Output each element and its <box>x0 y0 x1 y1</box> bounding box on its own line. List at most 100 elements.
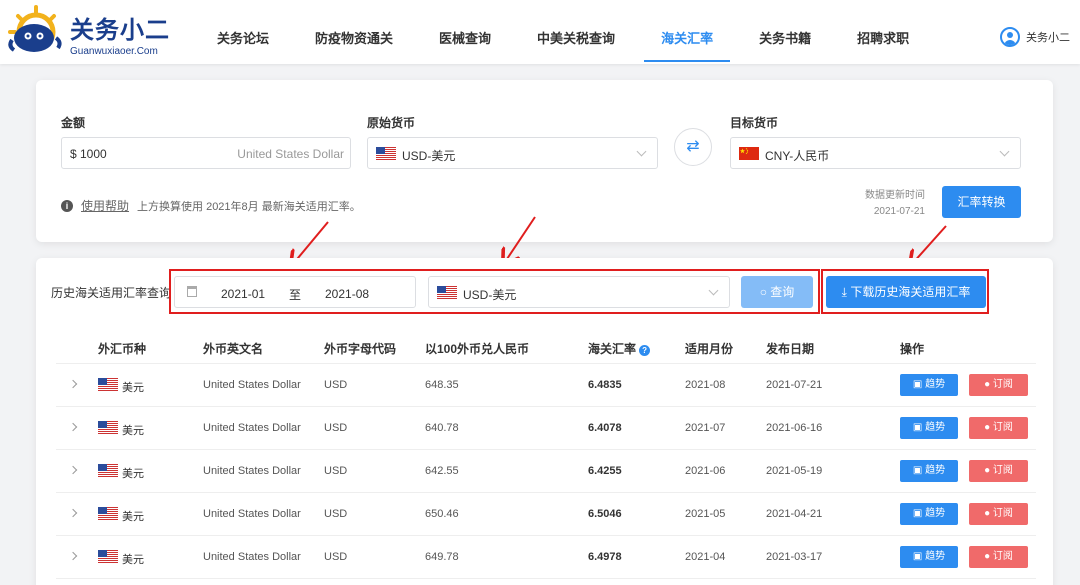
subscribe-button[interactable]: ● 订阅 <box>969 546 1028 568</box>
chevron-down-icon <box>636 146 647 157</box>
update-date: 2021-07-21 <box>873 206 925 217</box>
cell-month: 2021-04 <box>685 551 726 563</box>
cell-currency: 美元 <box>122 554 144 566</box>
query-button[interactable]: ○ 查询 <box>741 276 813 308</box>
us-flag-icon <box>98 464 118 477</box>
chevron-down-icon <box>999 146 1010 157</box>
trend-button[interactable]: ▣ 趋势 <box>900 546 958 568</box>
amount-unit: United States Dollar <box>237 147 344 161</box>
cell-per-100: 642.55 <box>425 465 459 477</box>
bell-icon: ● <box>984 465 991 476</box>
swap-icon[interactable]: ⇄ <box>674 128 712 166</box>
help-icon[interactable]: ? <box>639 345 651 356</box>
trend-button[interactable]: ▣ 趋势 <box>900 503 958 525</box>
trend-button[interactable]: ▣ 趋势 <box>900 460 958 482</box>
nav-customs-books[interactable]: 关务书籍 <box>742 0 828 64</box>
us-flag-icon <box>437 286 457 299</box>
cell-publish-date: 2021-03-17 <box>766 551 823 563</box>
user-menu[interactable]: 关务小二 <box>1000 27 1070 47</box>
chevron-right-icon[interactable] <box>68 465 78 475</box>
table-row: 美元 United States Dollar USD 649.78 6.4978 202… <box>56 536 1036 579</box>
table-header: 外汇币种 外币英文名 外币字母代码 以100外币兑人民币 海关汇率? 适用月份 … <box>56 330 1036 364</box>
nav-forum[interactable]: 关务论坛 <box>200 0 286 64</box>
col-customs-rate-label: 海关汇率 <box>588 342 637 356</box>
cell-code: USD <box>324 508 348 520</box>
nav-us-china-tariff[interactable]: 中美关税查询 <box>520 0 632 64</box>
subscribe-button[interactable]: ● 订阅 <box>969 417 1028 439</box>
col-publish-date: 发布日期 <box>766 342 815 356</box>
cn-flag-icon <box>739 147 759 160</box>
table-row: 美元 United States Dollar USD 640.78 6.4078 202… <box>56 407 1036 450</box>
subscribe-button[interactable]: ● 订阅 <box>969 503 1028 525</box>
date-end: 2021-08 <box>325 287 370 301</box>
download-history-button[interactable]: ⤓ 下载历史海关适用汇率 <box>826 276 986 308</box>
nav-epidemic-supplies[interactable]: 防疫物资通关 <box>298 0 410 64</box>
amount-label: 金额 <box>61 116 86 130</box>
convert-button[interactable]: 汇率转换 <box>942 186 1021 218</box>
chevron-right-icon[interactable] <box>68 379 78 389</box>
subscribe-button[interactable]: ● 订阅 <box>969 374 1028 396</box>
cell-english-name: United States Dollar <box>203 551 301 563</box>
nav-jobs[interactable]: 招聘求职 <box>840 0 926 64</box>
top-header: 关务小二 Guanwuxiaoer.Com 关务论坛 防疫物资通关 医械查询 中… <box>0 0 1080 64</box>
cell-code: USD <box>324 465 348 477</box>
cell-english-name: United States Dollar <box>203 379 301 391</box>
cell-currency: 美元 <box>122 511 144 523</box>
subscribe-button-label: 订阅 <box>992 465 1013 476</box>
source-currency-label: 原始货币 <box>367 116 416 130</box>
us-flag-icon <box>376 147 396 160</box>
target-currency-select[interactable]: CNY-人民币 <box>730 137 1021 169</box>
cell-currency: 美元 <box>122 425 144 437</box>
cell-per-100: 650.46 <box>425 508 459 520</box>
date-range-picker[interactable]: 2021-01 至 2021-08 <box>174 276 416 308</box>
trend-button[interactable]: ▣ 趋势 <box>900 417 958 439</box>
user-name: 关务小二 <box>1026 32 1070 44</box>
cell-publish-date: 2021-07-21 <box>766 379 823 391</box>
converter-card: 金额 $ 1000 United States Dollar 原始货币 USD-… <box>36 80 1053 242</box>
target-currency-label: 目标货币 <box>730 116 779 130</box>
history-card: 历史海关适用汇率查询 2021-01 至 2021-08 USD-美元 ○ 查询… <box>36 258 1053 585</box>
cart-icon: ▣ <box>912 379 923 390</box>
chevron-right-icon[interactable] <box>68 508 78 518</box>
search-icon: ○ <box>759 285 767 299</box>
table-row: 美元 United States Dollar USD 642.55 6.4255 202… <box>56 450 1036 493</box>
chevron-right-icon[interactable] <box>68 422 78 432</box>
history-currency-select[interactable]: USD-美元 <box>428 276 730 308</box>
subscribe-button-label: 订阅 <box>992 422 1013 433</box>
subscribe-button-label: 订阅 <box>992 551 1013 562</box>
row-flag <box>98 550 118 566</box>
cell-currency: 美元 <box>122 468 144 480</box>
nav-customs-exchange-rate[interactable]: 海关汇率 <box>644 0 731 64</box>
brand-domain: Guanwuxiaoer.Com <box>70 46 158 57</box>
cell-publish-date: 2021-04-21 <box>766 508 823 520</box>
cell-month: 2021-05 <box>685 508 726 520</box>
subscribe-button[interactable]: ● 订阅 <box>969 460 1028 482</box>
site-logo[interactable]: 关务小二 Guanwuxiaoer.Com <box>4 4 174 60</box>
us-flag-icon <box>98 507 118 520</box>
subscribe-button-label: 订阅 <box>992 508 1013 519</box>
row-flag <box>98 421 118 437</box>
table-row: 美元 United States Dollar USD 650.46 6.5046 202… <box>56 493 1036 536</box>
update-label: 数据更新时间 <box>865 190 925 201</box>
cell-english-name: United States Dollar <box>203 422 301 434</box>
col-customs-rate: 海关汇率? <box>588 340 651 357</box>
bell-icon: ● <box>984 379 991 390</box>
history-currency-value: USD-美元 <box>463 288 517 302</box>
cell-code: USD <box>324 379 348 391</box>
nav-medical-devices[interactable]: 医械查询 <box>422 0 508 64</box>
cell-per-100: 649.78 <box>425 551 459 563</box>
help-link[interactable]: 使用帮助 <box>81 197 129 214</box>
source-currency-value: USD-美元 <box>402 149 456 163</box>
trend-button[interactable]: ▣ 趋势 <box>900 374 958 396</box>
bell-icon: ● <box>984 551 991 562</box>
trend-button-label: 趋势 <box>925 465 946 476</box>
amount-input[interactable]: $ 1000 United States Dollar <box>61 137 351 169</box>
chevron-right-icon[interactable] <box>68 551 78 561</box>
cell-publish-date: 2021-06-16 <box>766 422 823 434</box>
col-month: 适用月份 <box>685 342 734 356</box>
row-flag <box>98 464 118 480</box>
us-flag-icon <box>98 550 118 563</box>
bell-icon: ● <box>984 508 991 519</box>
source-currency-select[interactable]: USD-美元 <box>367 137 658 169</box>
update-info: 数据更新时间 2021-07-21 <box>865 188 925 220</box>
